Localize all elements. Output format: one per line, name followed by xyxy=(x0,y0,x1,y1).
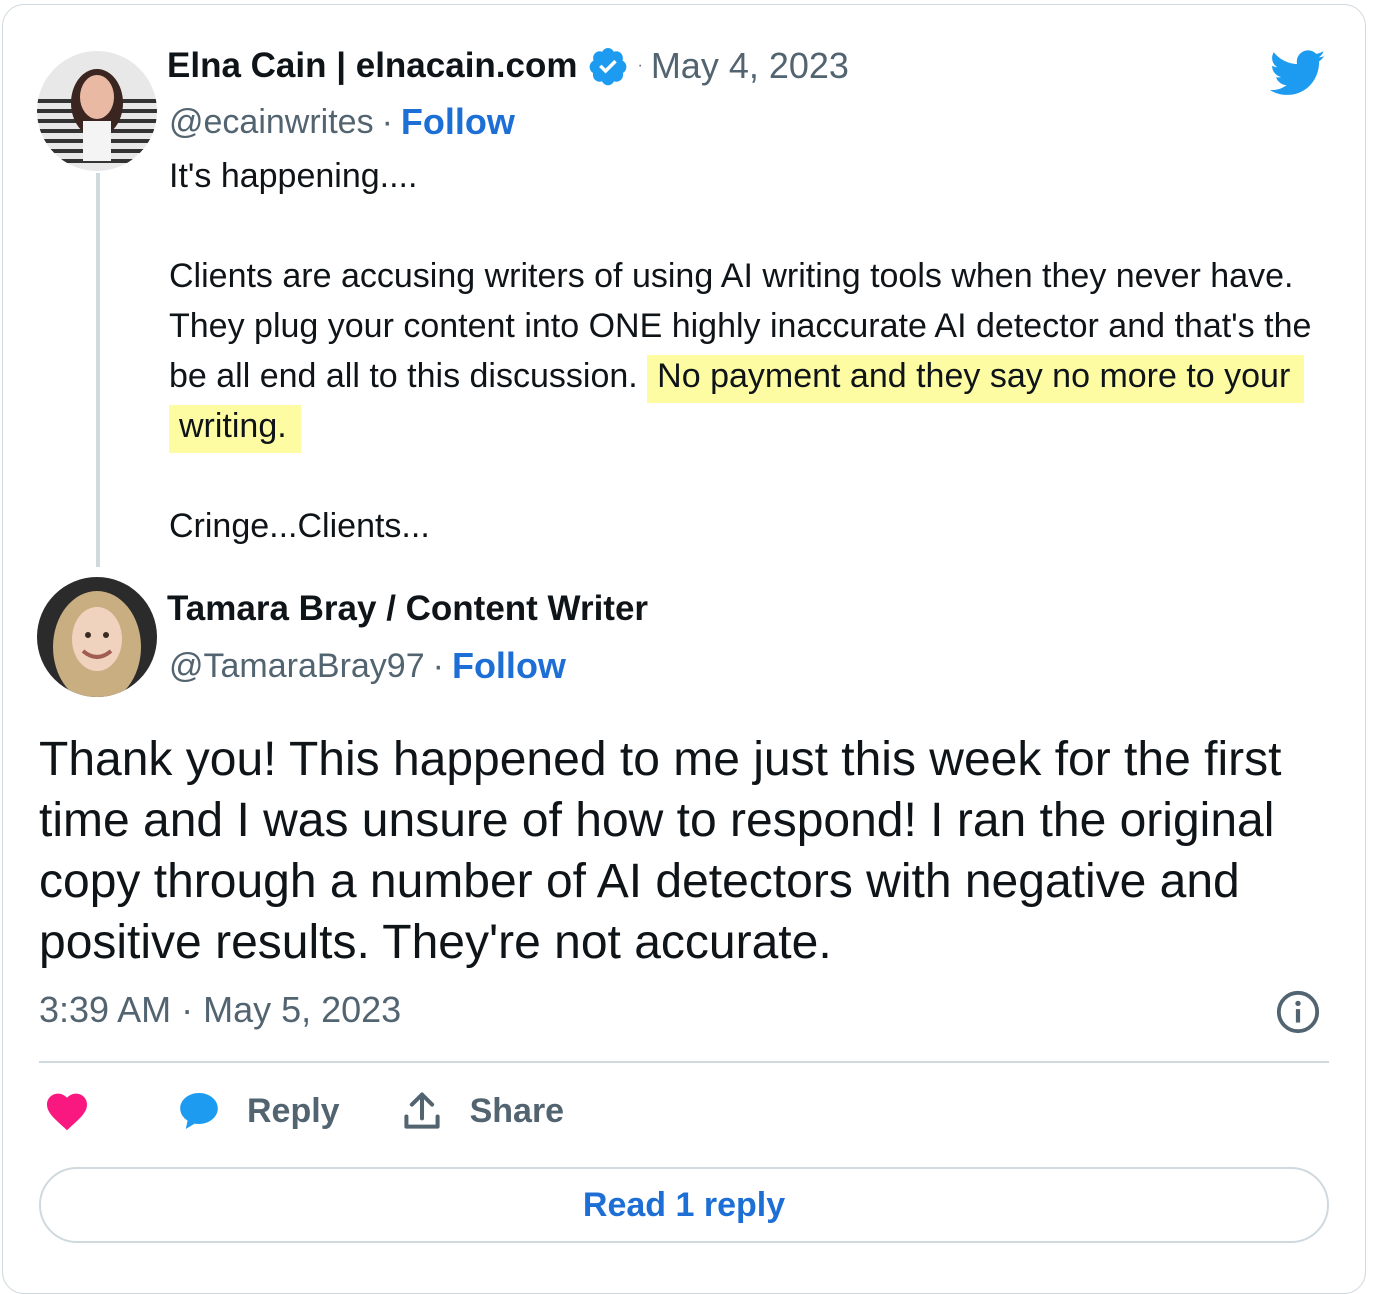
share-button[interactable]: Share xyxy=(400,1089,565,1133)
reply-handle-row: @TamaraBray97 · Follow xyxy=(169,645,566,687)
share-upload-icon xyxy=(403,1092,440,1129)
read-replies-label: Read 1 reply xyxy=(582,1185,786,1224)
read-replies-button[interactable]: Read 1 reply xyxy=(39,1167,1329,1243)
reply-label: Reply xyxy=(247,1091,340,1130)
author-handle[interactable]: @ecainwrites xyxy=(169,103,374,142)
like-button[interactable] xyxy=(43,1087,91,1135)
original-author-row: Elna Cain | elnacain.com · May 4, 2023 xyxy=(167,45,849,87)
original-tweet-text: It's happening.... Clients are accusing … xyxy=(169,151,1329,551)
twitter-bird-icon[interactable] xyxy=(1267,45,1329,101)
tweet-intro-line: It's happening.... xyxy=(169,157,418,195)
share-label: Share xyxy=(469,1091,565,1130)
reply-author-name[interactable]: Tamara Bray / Content Writer xyxy=(167,589,648,629)
reply-button[interactable]: Reply xyxy=(175,1087,340,1135)
reply-bubble-icon xyxy=(180,1093,218,1129)
separator-dot: · xyxy=(432,646,444,685)
author-avatar[interactable] xyxy=(37,51,157,171)
reply-author-handle[interactable]: @TamaraBray97 xyxy=(169,647,425,686)
separator-dot: · xyxy=(381,102,393,141)
separator-dot: · xyxy=(637,57,643,74)
tweet-outro-line: Cringe...Clients... xyxy=(169,507,430,545)
author-name[interactable]: Elna Cain | elnacain.com xyxy=(167,46,577,86)
thread-connector-line xyxy=(96,173,100,567)
follow-button[interactable]: Follow xyxy=(401,101,515,143)
tweet-body-paragraph: Clients are accusing writers of using AI… xyxy=(169,251,1329,453)
reply-author-row: Tamara Bray / Content Writer xyxy=(167,589,648,629)
original-handle-row: @ecainwrites · Follow xyxy=(169,101,515,143)
reply-timestamp[interactable]: 3:39 AM · May 5, 2023 xyxy=(39,989,401,1031)
reply-tweet-text: Thank you! This happened to me just this… xyxy=(39,733,1282,969)
reply-follow-button[interactable]: Follow xyxy=(452,645,566,687)
tweet-actions: Reply Share xyxy=(43,1087,564,1135)
embedded-tweet-card: Elna Cain | elnacain.com · May 4, 2023 @… xyxy=(2,4,1366,1294)
tweet-date[interactable]: May 4, 2023 xyxy=(651,45,849,87)
divider xyxy=(39,1061,1329,1063)
reply-author-avatar[interactable] xyxy=(37,577,157,697)
verified-badge-icon xyxy=(590,47,627,86)
heart-icon xyxy=(47,1093,87,1131)
info-icon[interactable] xyxy=(1275,989,1321,1035)
